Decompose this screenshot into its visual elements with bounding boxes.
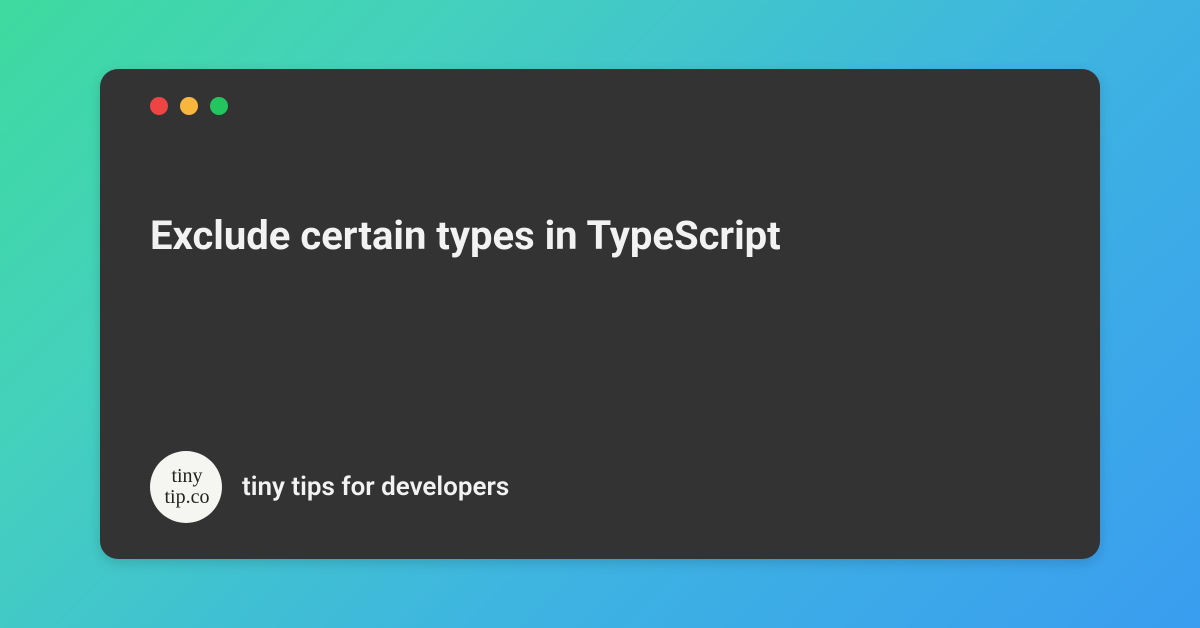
logo-line-2: tip.co (165, 487, 210, 508)
tagline: tiny tips for developers (242, 472, 509, 502)
logo-badge: tiny tip.co (150, 451, 222, 523)
close-icon[interactable] (150, 97, 168, 115)
maximize-icon[interactable] (210, 97, 228, 115)
logo-line-1: tiny (171, 466, 202, 487)
terminal-window: Exclude certain types in TypeScript tiny… (100, 69, 1100, 559)
window-controls (150, 97, 1050, 115)
minimize-icon[interactable] (180, 97, 198, 115)
page-title: Exclude certain types in TypeScript (150, 205, 1050, 431)
footer: tiny tip.co tiny tips for developers (150, 451, 1050, 523)
